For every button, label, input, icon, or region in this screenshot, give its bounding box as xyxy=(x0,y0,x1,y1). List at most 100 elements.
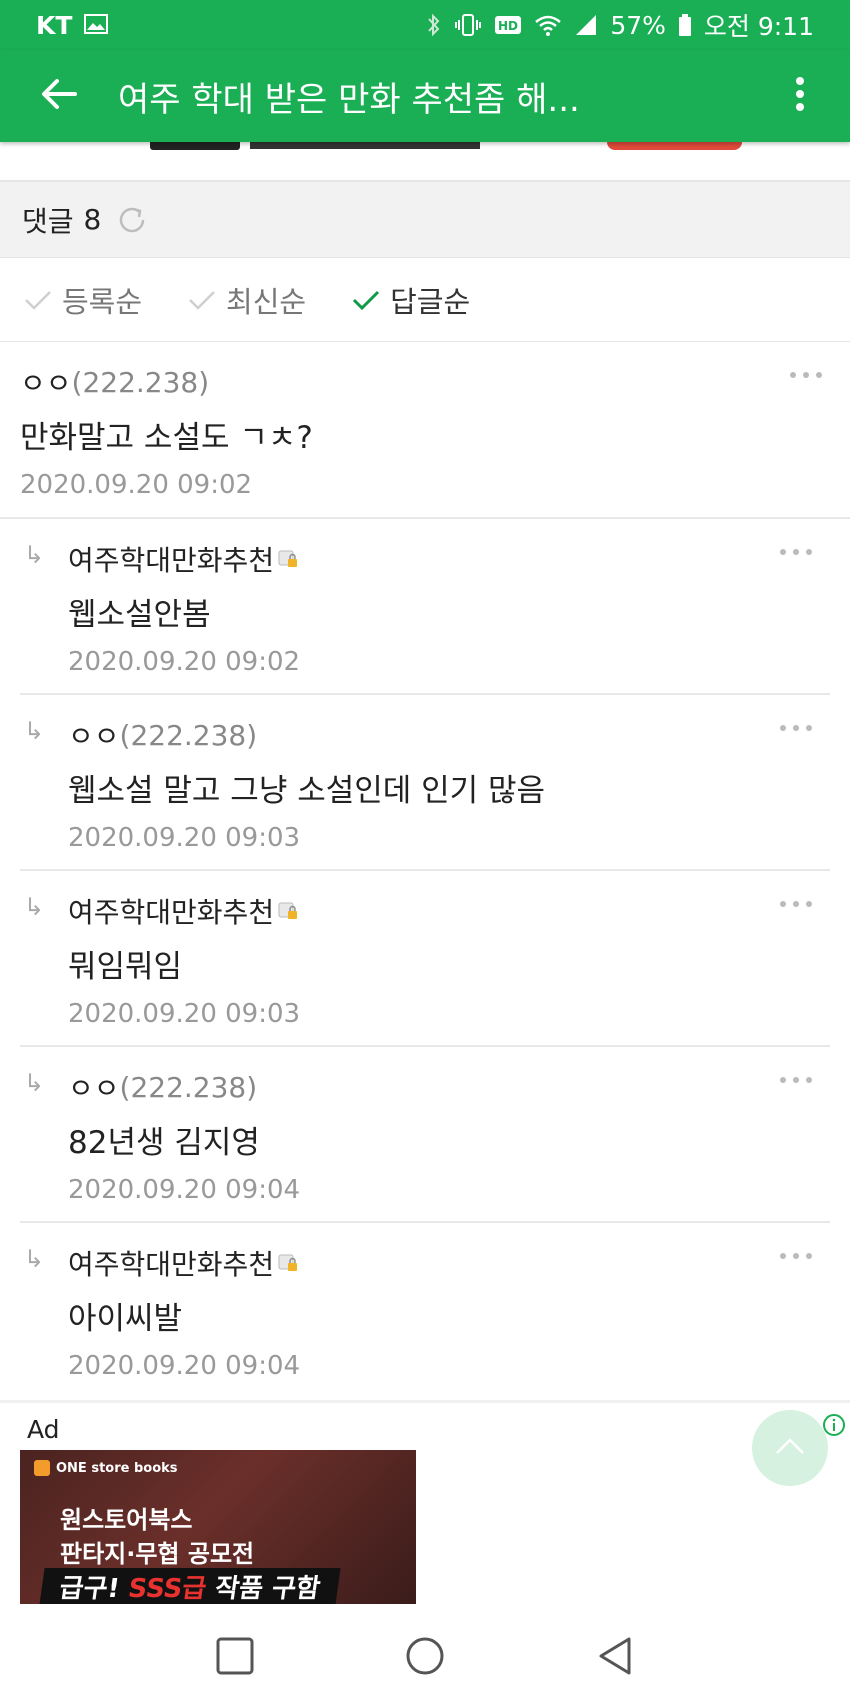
sort-options: 등록순 최신순 답글순 xyxy=(0,258,850,342)
comment-body: 웹소설안봄 xyxy=(68,597,211,633)
signal-icon xyxy=(574,13,598,37)
triangle-back-icon xyxy=(599,1637,631,1674)
home-button[interactable] xyxy=(395,1626,455,1686)
comment-list: ㅇㅇ (222.238) 만화말고 소설도 ㄱㅊ? 2020.09.20 09:… xyxy=(0,342,850,1399)
comment-date: 2020.09.20 09:03 xyxy=(68,999,301,1029)
comment-more-button[interactable] xyxy=(780,1077,812,1083)
lock-icon xyxy=(277,548,299,570)
reply-arrow-icon: ↳ xyxy=(24,541,45,569)
comment-more-button[interactable] xyxy=(780,1253,812,1259)
reply-item: ↳ 여주학대만화추천 아이씨발 2020.09.20 09:04 xyxy=(20,1223,830,1399)
author-name: 여주학대만화추천 xyxy=(68,1248,275,1281)
comment-date: 2020.09.20 09:03 xyxy=(68,823,301,853)
scrolled-content-edge xyxy=(0,142,850,182)
comment-body: 아이씨발 xyxy=(68,1301,183,1337)
comment-label: 댓글 xyxy=(22,204,74,238)
back-button[interactable] xyxy=(0,50,118,142)
page-title: 여주 학대 받은 만화 추천좀 해... xyxy=(118,79,580,120)
ad-line3-accent: SSS급 xyxy=(126,1574,209,1604)
scroll-to-top-button[interactable] xyxy=(752,1410,828,1486)
sort-label: 최신순 xyxy=(226,284,307,319)
ad-headline-2: 판타지·무협 공모전 xyxy=(60,1540,255,1568)
reply-arrow-icon: ↳ xyxy=(24,717,45,745)
check-icon xyxy=(189,290,215,310)
sort-by-latest[interactable]: 최신순 xyxy=(188,279,306,321)
ad-brand: ONE store books xyxy=(56,1460,178,1476)
cropped-button-fragment xyxy=(607,142,742,150)
nav-back-button[interactable] xyxy=(585,1626,645,1686)
reply-item: ↳ 여주학대만화추천 뭐임뭐임 2020.09.20 09:03 xyxy=(20,871,830,1047)
author-ip: (222.238) xyxy=(119,1070,258,1104)
comment-author: 여주학대만화추천 xyxy=(68,1243,299,1283)
ad-section: Ad ONE store books 원스토어북스 판타지·무협 공모전 급구!… xyxy=(0,1400,850,1613)
author-ip: (222.238) xyxy=(71,365,210,399)
check-icon xyxy=(25,290,51,310)
comment-date: 2020.09.20 09:02 xyxy=(68,647,301,677)
sort-by-registered[interactable]: 등록순 xyxy=(24,279,142,321)
comment-date: 2020.09.20 09:04 xyxy=(68,1351,301,1381)
clock: 오전 9:11 xyxy=(703,12,814,41)
comment-body: 82년생 김지영 xyxy=(68,1125,260,1161)
recent-apps-button[interactable] xyxy=(205,1626,265,1686)
reply-arrow-icon: ↳ xyxy=(24,1245,45,1273)
system-navigation-bar xyxy=(0,1610,850,1701)
comment-date: 2020.09.20 09:04 xyxy=(68,1175,301,1205)
comment-body: 만화말고 소설도 ㄱㅊ? xyxy=(20,420,313,456)
comment-more-button[interactable] xyxy=(790,372,822,378)
author-name: 여주학대만화추천 xyxy=(68,896,275,929)
comment-date: 2020.09.20 09:02 xyxy=(20,470,253,500)
author-name: ㅇㅇ xyxy=(68,1072,120,1105)
ad-line3-prefix: 급구! xyxy=(57,1574,131,1604)
reply-item: ↳ ㅇㅇ (222.238) 웹소설 말고 그냥 소설인데 인기 많음 2020… xyxy=(20,695,830,871)
author-ip: (222.238) xyxy=(119,718,258,752)
comment-author: 여주학대만화추천 xyxy=(68,539,299,579)
ad-brand-logo: ONE store books xyxy=(34,1460,178,1476)
comment-item: ㅇㅇ (222.238) 만화말고 소설도 ㄱㅊ? 2020.09.20 09:… xyxy=(0,342,850,519)
ad-headline-3: 급구! SSS급 작품 구함 xyxy=(39,1568,341,1604)
ad-banner[interactable]: ONE store books 원스토어북스 판타지·무협 공모전 급구! SS… xyxy=(20,1450,416,1604)
overflow-menu-button[interactable] xyxy=(750,50,850,142)
hd-icon: HD xyxy=(494,14,522,36)
app-bar: 여주 학대 받은 만화 추천좀 해... xyxy=(0,50,850,142)
lock-icon xyxy=(277,900,299,922)
comment-count: 8 xyxy=(83,203,102,236)
wifi-icon xyxy=(534,13,562,37)
reply-item: ↳ 여주학대만화추천 웹소설안봄 2020.09.20 09:02 xyxy=(20,519,830,695)
gallery-icon xyxy=(84,11,109,40)
cropped-text-fragment xyxy=(250,142,480,149)
chevron-up-icon xyxy=(775,1437,805,1459)
vertical-dots-icon xyxy=(795,76,805,116)
comment-author: ㅇㅇ (222.238) xyxy=(68,715,257,755)
author-name: 여주학대만화추천 xyxy=(68,544,275,577)
comment-more-button[interactable] xyxy=(780,549,812,555)
lock-icon xyxy=(277,1252,299,1274)
ad-headline-1: 원스토어북스 xyxy=(60,1506,193,1534)
cropped-text-fragment xyxy=(150,142,240,150)
svg-text:HD: HD xyxy=(498,19,518,33)
ad-label: Ad xyxy=(27,1415,60,1444)
comment-more-button[interactable] xyxy=(780,725,812,731)
reply-arrow-icon: ↳ xyxy=(24,893,45,921)
sort-label: 등록순 xyxy=(62,284,143,319)
comment-author: 여주학대만화추천 xyxy=(68,891,299,931)
battery-percent: 57% xyxy=(610,10,666,40)
bluetooth-icon xyxy=(426,13,442,37)
comment-more-button[interactable] xyxy=(780,901,812,907)
comment-body: 뭐임뭐임 xyxy=(68,949,183,985)
refresh-icon[interactable] xyxy=(115,203,149,237)
reply-arrow-icon: ↳ xyxy=(24,1069,45,1097)
arrow-left-icon xyxy=(41,78,77,114)
sort-by-replies[interactable]: 답글순 xyxy=(352,279,470,321)
comment-count-header: 댓글 8 xyxy=(0,182,850,258)
comment-author: ㅇㅇ (222.238) xyxy=(68,1067,257,1107)
check-icon xyxy=(353,290,380,310)
square-icon xyxy=(216,1637,254,1674)
battery-icon xyxy=(678,13,692,37)
comment-body: 웹소설 말고 그냥 소설인데 인기 많음 xyxy=(68,773,546,809)
carrier-label: KT xyxy=(36,10,73,40)
comment-author: ㅇㅇ (222.238) xyxy=(20,362,209,402)
author-name: ㅇㅇ xyxy=(20,367,72,400)
status-bar: KT HD 57% 오전 9:11 xyxy=(0,0,850,50)
vibrate-icon xyxy=(454,13,482,37)
sort-label: 답글순 xyxy=(390,284,471,319)
